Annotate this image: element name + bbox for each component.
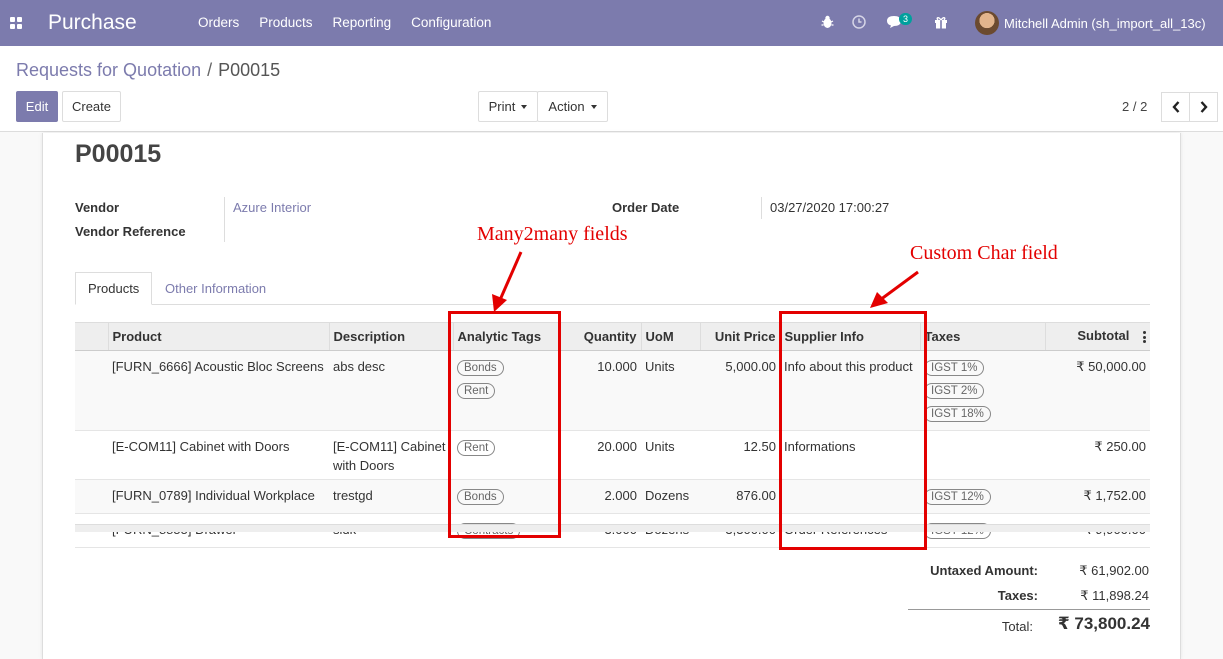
many2many-arrow-icon xyxy=(492,251,523,312)
custom-char-arrow-icon xyxy=(870,270,919,308)
annotation-arrows xyxy=(492,251,919,312)
